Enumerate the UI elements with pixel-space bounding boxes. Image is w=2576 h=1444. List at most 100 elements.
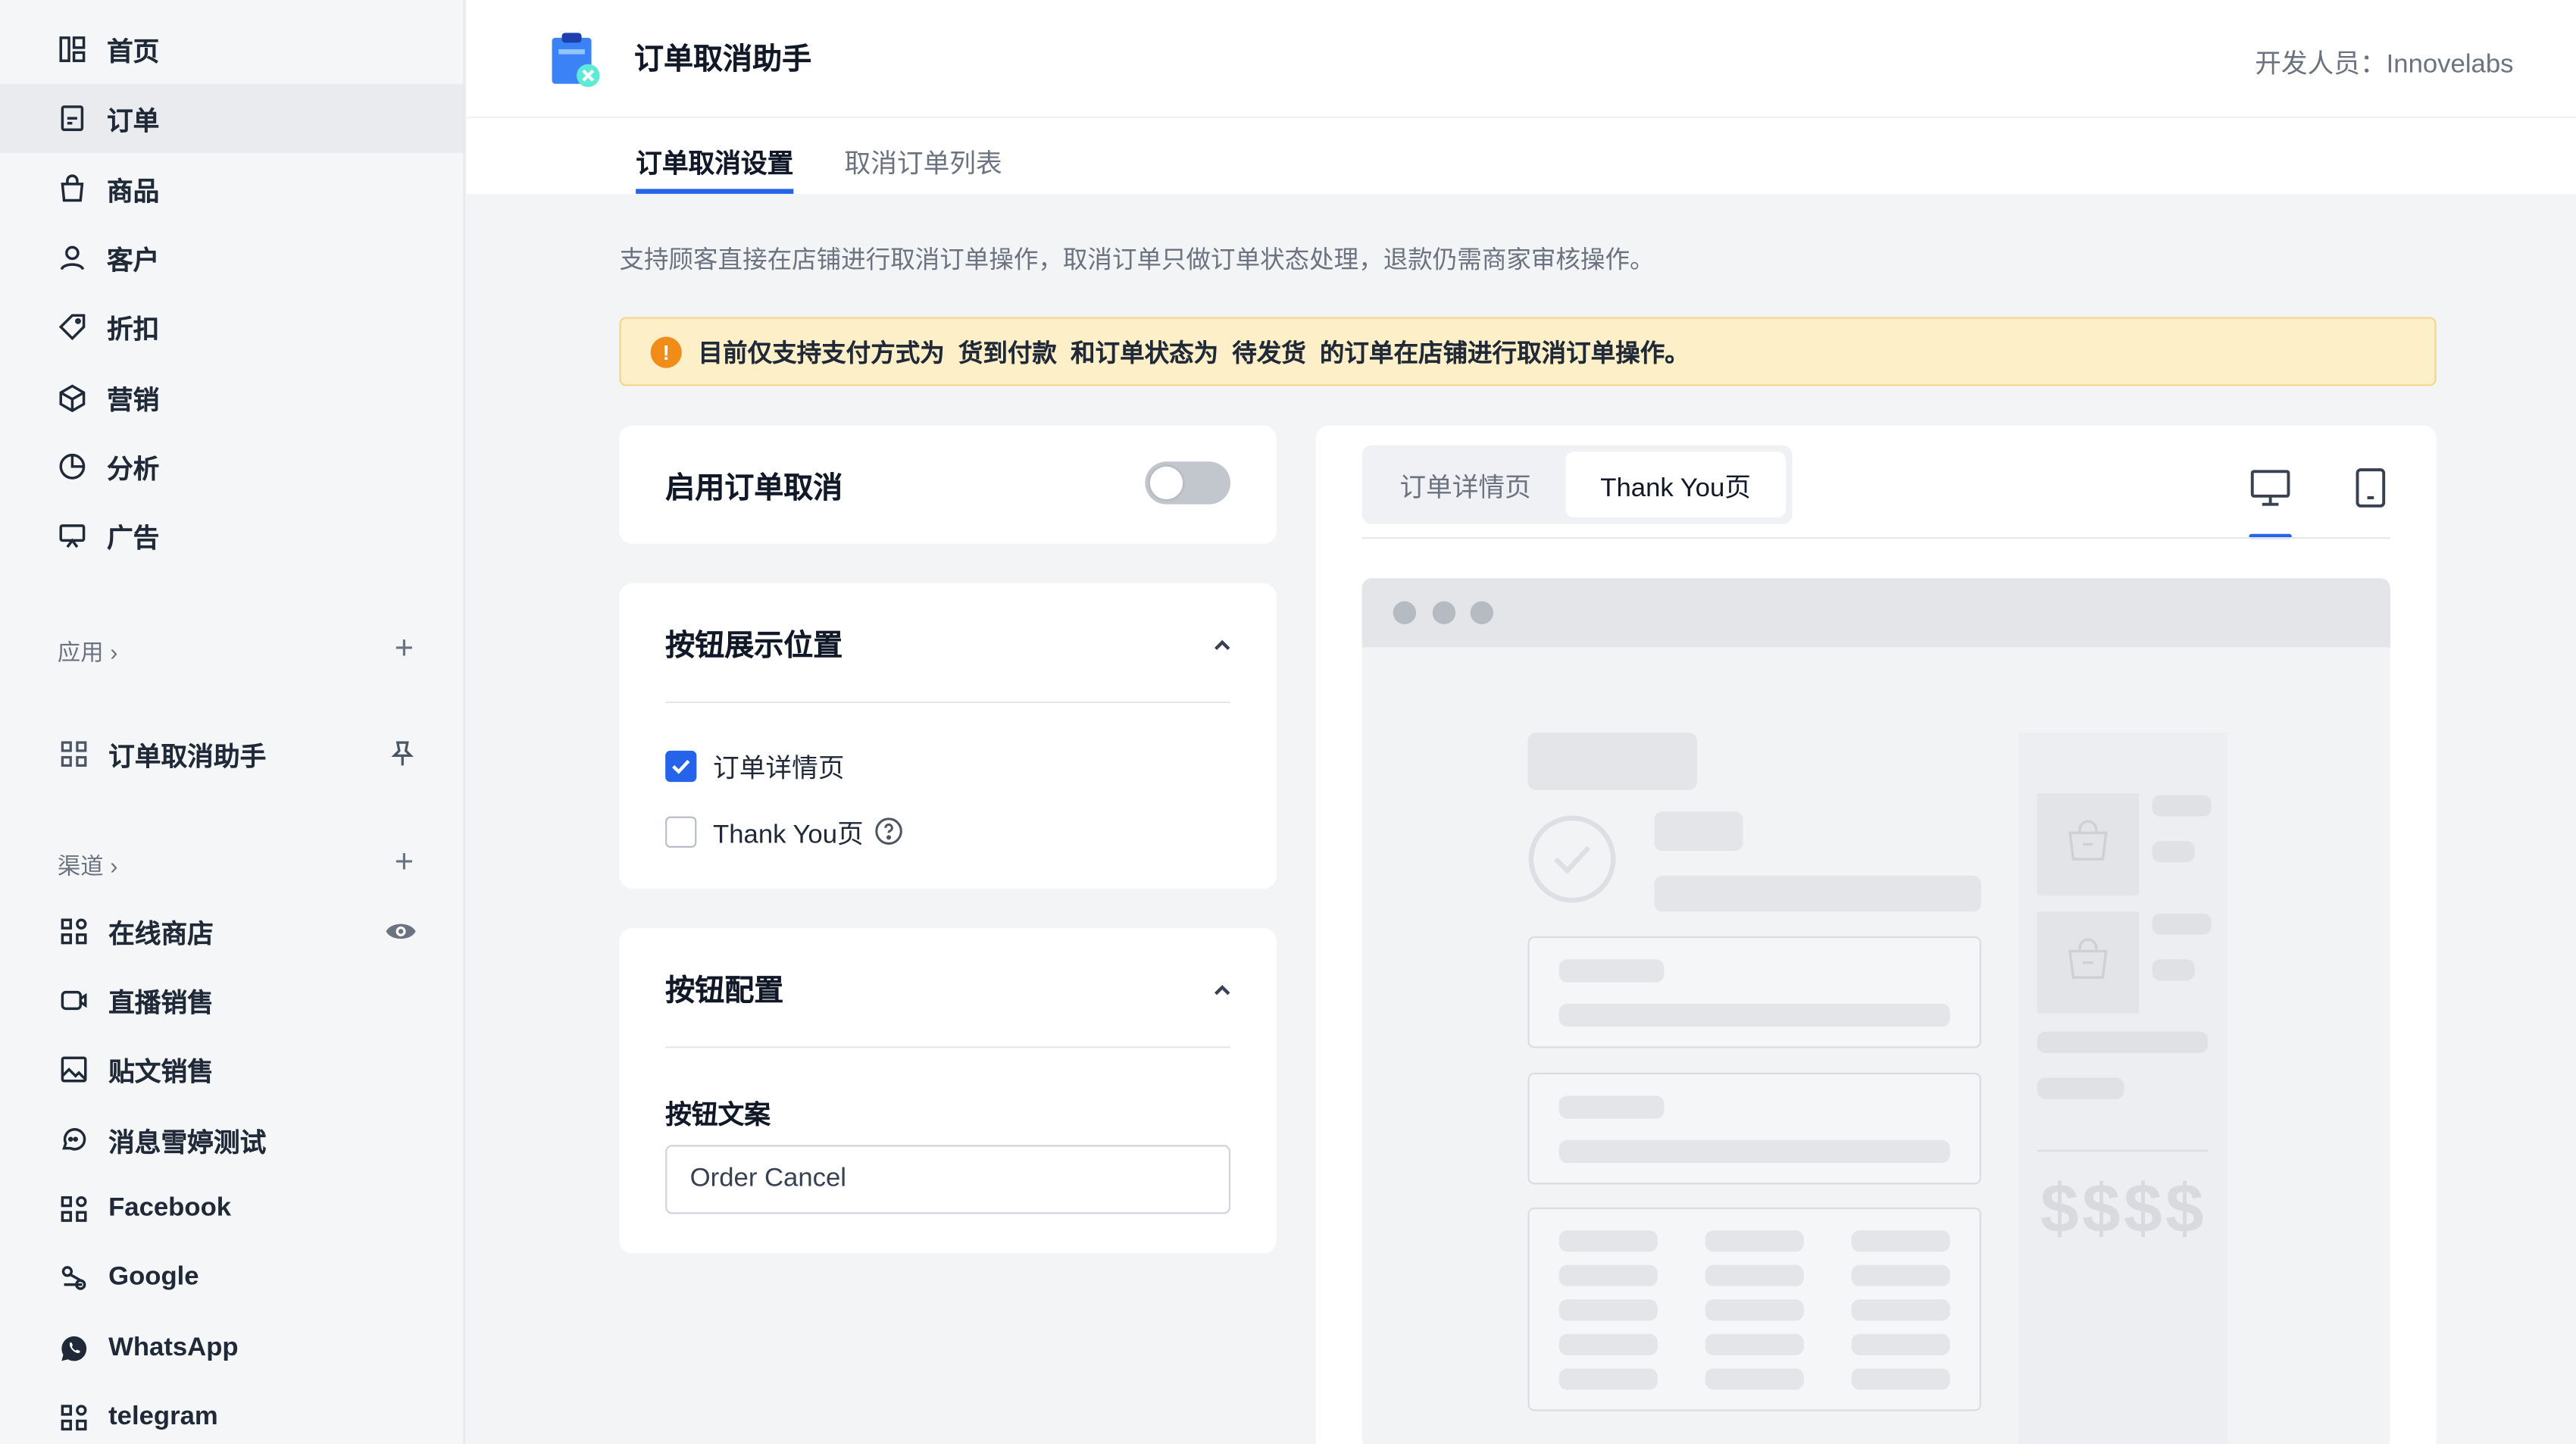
channel-label: telegram [108, 1402, 218, 1431]
add-app-button[interactable]: + [388, 631, 420, 669]
channels-label: 渠道 [57, 852, 104, 880]
skeleton-line [2152, 795, 2212, 817]
skeleton-line [1558, 1003, 1950, 1027]
eye-icon[interactable] [384, 915, 417, 948]
skeleton-line [1558, 1299, 1658, 1321]
channel-telegram[interactable]: telegram [0, 1383, 463, 1444]
pie-icon [58, 452, 87, 481]
page-description: 支持顾客直接在店铺进行取消订单操作，取消订单只做订单状态处理，退款仍需商家审核操… [619, 246, 1655, 275]
chevron-right-icon: › [110, 852, 118, 880]
check-circle-icon [1526, 813, 1618, 905]
tab-cancel-settings[interactable]: 订单取消设置 [636, 141, 794, 194]
channel-label: Google [108, 1263, 199, 1292]
app-item-order-cancel[interactable]: 订单取消助手 [0, 720, 463, 789]
channel-message-test[interactable]: 消息雪婷测试 [0, 1105, 463, 1174]
app-item-label: 订单取消助手 [108, 744, 267, 773]
skeleton-line [1705, 1264, 1804, 1286]
button-text-input[interactable] [665, 1145, 1231, 1214]
option-label: 订单详情页 [713, 755, 845, 784]
channel-label: 消息雪婷测试 [108, 1130, 267, 1158]
channel-online-store[interactable]: 在线商店 [0, 897, 463, 966]
skeleton-line [1558, 1368, 1658, 1390]
nav-item-products[interactable]: 商品 [0, 155, 463, 223]
shopping-bag-icon [2063, 934, 2112, 992]
nav-item-marketing[interactable]: 营销 [0, 363, 463, 432]
skeleton-card [1527, 1072, 1981, 1185]
mobile-icon[interactable] [2348, 465, 2394, 511]
sidebar: 首页 订单 商品 客户 折扣 营销 分析 广告 应用 › + 订单取消助手 渠道… [0, 0, 465, 1444]
channels-section-header[interactable]: 渠道 › [58, 849, 118, 882]
chevron-up-icon[interactable] [1209, 633, 1236, 659]
channel-facebook[interactable]: Facebook [0, 1174, 463, 1243]
enable-title: 启用订单取消 [665, 471, 843, 505]
skeleton-card [1527, 936, 1981, 1049]
nav-label: 分析 [106, 456, 160, 485]
dashboard-icon [58, 35, 87, 64]
nav-item-orders[interactable]: 订单 [0, 83, 464, 153]
option-thank-you[interactable]: Thank You页 [665, 811, 903, 851]
channel-whatsapp[interactable]: WhatsApp [0, 1314, 463, 1383]
apps-grid-icon [59, 1194, 89, 1224]
preview-tab-thank-you[interactable]: Thank You页 [1565, 452, 1786, 518]
skeleton-block [1654, 875, 1981, 912]
nav-item-home[interactable]: 首页 [0, 15, 463, 84]
skeleton-line [2037, 1077, 2124, 1099]
channel-post-sales[interactable]: 贴文销售 [0, 1035, 463, 1104]
nav-label: 商品 [106, 179, 160, 208]
skeleton-line [2152, 913, 2212, 935]
add-channel-button[interactable]: + [388, 845, 420, 883]
help-icon[interactable] [874, 817, 903, 846]
channel-live-sales[interactable]: 直播销售 [0, 966, 463, 1035]
ad-icon [58, 520, 87, 550]
summary-column: $$$$ [2018, 733, 2228, 1444]
skeleton-line [1851, 1230, 1950, 1252]
window-dot [1432, 601, 1456, 624]
nav-item-discounts[interactable]: 折扣 [0, 292, 463, 361]
chevron-up-icon[interactable] [1209, 977, 1236, 1004]
product-thumb [2037, 793, 2140, 895]
skeleton-block [1654, 811, 1743, 852]
google-icon [59, 1263, 89, 1292]
skeleton-line [2037, 1031, 2209, 1053]
apps-grid-icon [59, 1403, 89, 1433]
clipboard-logo-icon [549, 30, 601, 89]
preview-card: 订单详情页 Thank You页 $$$$ [1315, 425, 2437, 1444]
nav-label: 营销 [106, 387, 160, 416]
option-order-detail[interactable]: 订单详情页 [665, 745, 845, 785]
skeleton-line [1705, 1368, 1804, 1390]
shopping-bag-icon [2063, 816, 2112, 874]
checkbox-unchecked[interactable] [665, 815, 697, 847]
nav-item-analytics[interactable]: 分析 [0, 432, 463, 501]
skeleton-line [1558, 1096, 1665, 1119]
skeleton-line [1705, 1299, 1804, 1321]
apps-grid-icon [59, 739, 89, 769]
window-dot [1470, 601, 1493, 624]
user-icon [58, 243, 87, 273]
skeleton-line [1558, 1139, 1950, 1164]
channel-label: WhatsApp [108, 1333, 239, 1362]
skeleton-line [1705, 1333, 1804, 1355]
tab-cancel-list[interactable]: 取消订单列表 [845, 141, 1002, 193]
preview-tab-order-detail[interactable]: 订单详情页 [1368, 452, 1562, 517]
enable-toggle[interactable] [1145, 461, 1231, 505]
cube-icon [58, 383, 87, 413]
chat-icon [59, 1125, 89, 1155]
position-title: 按钮展示位置 [665, 629, 843, 662]
channel-google[interactable]: Google [0, 1243, 463, 1312]
desktop-icon[interactable] [2247, 465, 2293, 511]
skeleton-block [1527, 733, 1697, 790]
config-title: 按钮配置 [665, 974, 784, 1008]
chevron-right-icon: › [110, 639, 118, 666]
preview-divider [1361, 537, 2390, 539]
pin-icon[interactable] [384, 738, 417, 770]
warning-alert: ! 目前仅支持支付方式为 货到付款 和订单状态为 待发货 的订单在店铺进行取消订… [619, 317, 2437, 386]
checkbox-checked[interactable] [665, 749, 697, 782]
video-icon [59, 986, 89, 1015]
channel-label: 在线商店 [108, 921, 214, 950]
config-card: 按钮配置 按钮文案 [619, 928, 1277, 1254]
skeleton-line [1851, 1264, 1950, 1286]
nav-item-ads[interactable]: 广告 [0, 501, 463, 570]
warning-icon: ! [650, 336, 682, 367]
apps-section-header[interactable]: 应用 › [58, 636, 118, 668]
nav-item-customers[interactable]: 客户 [0, 223, 463, 292]
